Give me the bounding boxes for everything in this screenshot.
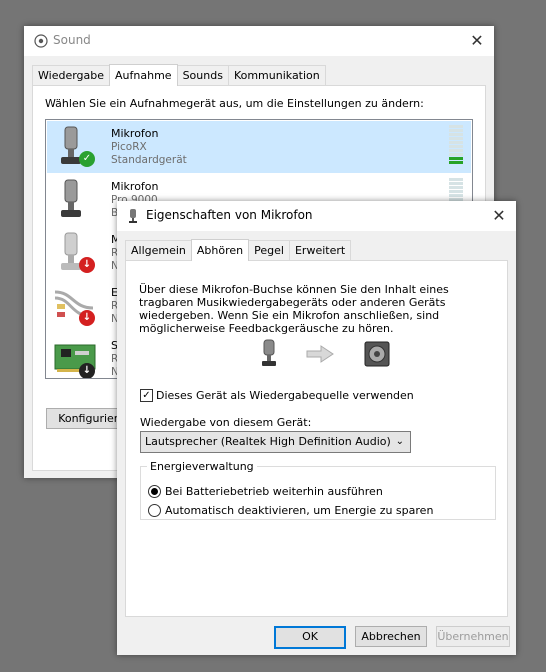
dialog-titlebar[interactable]: Eigenschaften von Mikrofon ✕ [117, 201, 516, 231]
arrow-down-icon: ↓ [79, 310, 95, 326]
device-line2: Standardgerät [111, 154, 187, 166]
speaker-icon [34, 34, 48, 51]
microphone-icon [259, 339, 279, 372]
sound-tabs: Wiedergabe Aufnahme Sounds Kommunikation [32, 64, 326, 86]
level-meter [449, 125, 463, 165]
arrow-down-icon: ↓ [79, 363, 95, 378]
apply-button[interactable]: Übernehmen [436, 626, 510, 647]
power-group-legend: Energieverwaltung [150, 460, 254, 473]
tab-pegel[interactable]: Pegel [248, 240, 290, 260]
playback-device-value: Lautsprecher (Realtek High Definition Au… [145, 435, 391, 448]
sound-title: Sound [53, 33, 91, 47]
radio-auto-disable-label[interactable]: Automatisch deaktivieren, um Energie zu … [165, 504, 433, 517]
device-name: Mikrofon [111, 180, 159, 193]
instruction-text: Wählen Sie ein Aufnahmegerät aus, um die… [45, 97, 424, 110]
tab-abhoeren[interactable]: Abhören [190, 239, 250, 261]
description-text: Über diese Mikrofon-Buchse können Sie de… [139, 283, 449, 335]
level-meter [449, 178, 463, 202]
close-icon[interactable]: ✕ [466, 30, 488, 52]
radio-keep-running-label[interactable]: Bei Batteriebetrieb weiterhin ausführen [165, 485, 383, 498]
radio-keep-running[interactable] [148, 485, 161, 498]
sound-titlebar[interactable]: Sound ✕ [24, 26, 494, 56]
playback-label: Wiedergabe von diesem Gerät: [140, 416, 312, 429]
device-line1: PicoRX [111, 141, 147, 153]
arrow-right-icon [306, 345, 334, 366]
device-item-picorx[interactable]: ✓ Mikrofon PicoRX Standardgerät [47, 121, 471, 173]
listen-checkbox-label[interactable]: Dieses Gerät als Wiedergabequelle verwen… [156, 389, 414, 402]
microphone-icon [127, 208, 139, 227]
dialog-title: Eigenschaften von Mikrofon [146, 208, 313, 222]
microphone-icon [53, 178, 105, 222]
arrow-down-icon: ↓ [79, 257, 95, 273]
radio-auto-disable[interactable] [148, 504, 161, 517]
chevron-down-icon: ⌄ [395, 436, 404, 447]
close-icon[interactable]: ✕ [488, 205, 510, 227]
speaker-box-icon [364, 341, 390, 370]
tab-sounds[interactable]: Sounds [176, 65, 229, 85]
tab-allgemein[interactable]: Allgemein [125, 240, 192, 260]
tab-wiedergabe[interactable]: Wiedergabe [32, 65, 111, 85]
ok-button[interactable]: OK [274, 626, 346, 649]
dialog-tab-panel: Über diese Mikrofon-Buchse können Sie de… [125, 260, 508, 617]
check-icon: ✓ [79, 151, 95, 167]
cancel-button[interactable]: Abbrechen [355, 626, 427, 647]
tab-erweitert[interactable]: Erweitert [288, 240, 352, 260]
device-name: Mikrofon [111, 127, 159, 140]
properties-dialog: Eigenschaften von Mikrofon ✕ Allgemein A… [117, 201, 516, 655]
playback-device-select[interactable]: Lautsprecher (Realtek High Definition Au… [140, 431, 411, 453]
tab-kommunikation[interactable]: Kommunikation [227, 65, 326, 85]
dialog-tabs: Allgemein Abhören Pegel Erweitert [125, 239, 352, 261]
listen-checkbox[interactable]: ✓ [140, 389, 153, 402]
tab-aufnahme[interactable]: Aufnahme [109, 64, 178, 86]
